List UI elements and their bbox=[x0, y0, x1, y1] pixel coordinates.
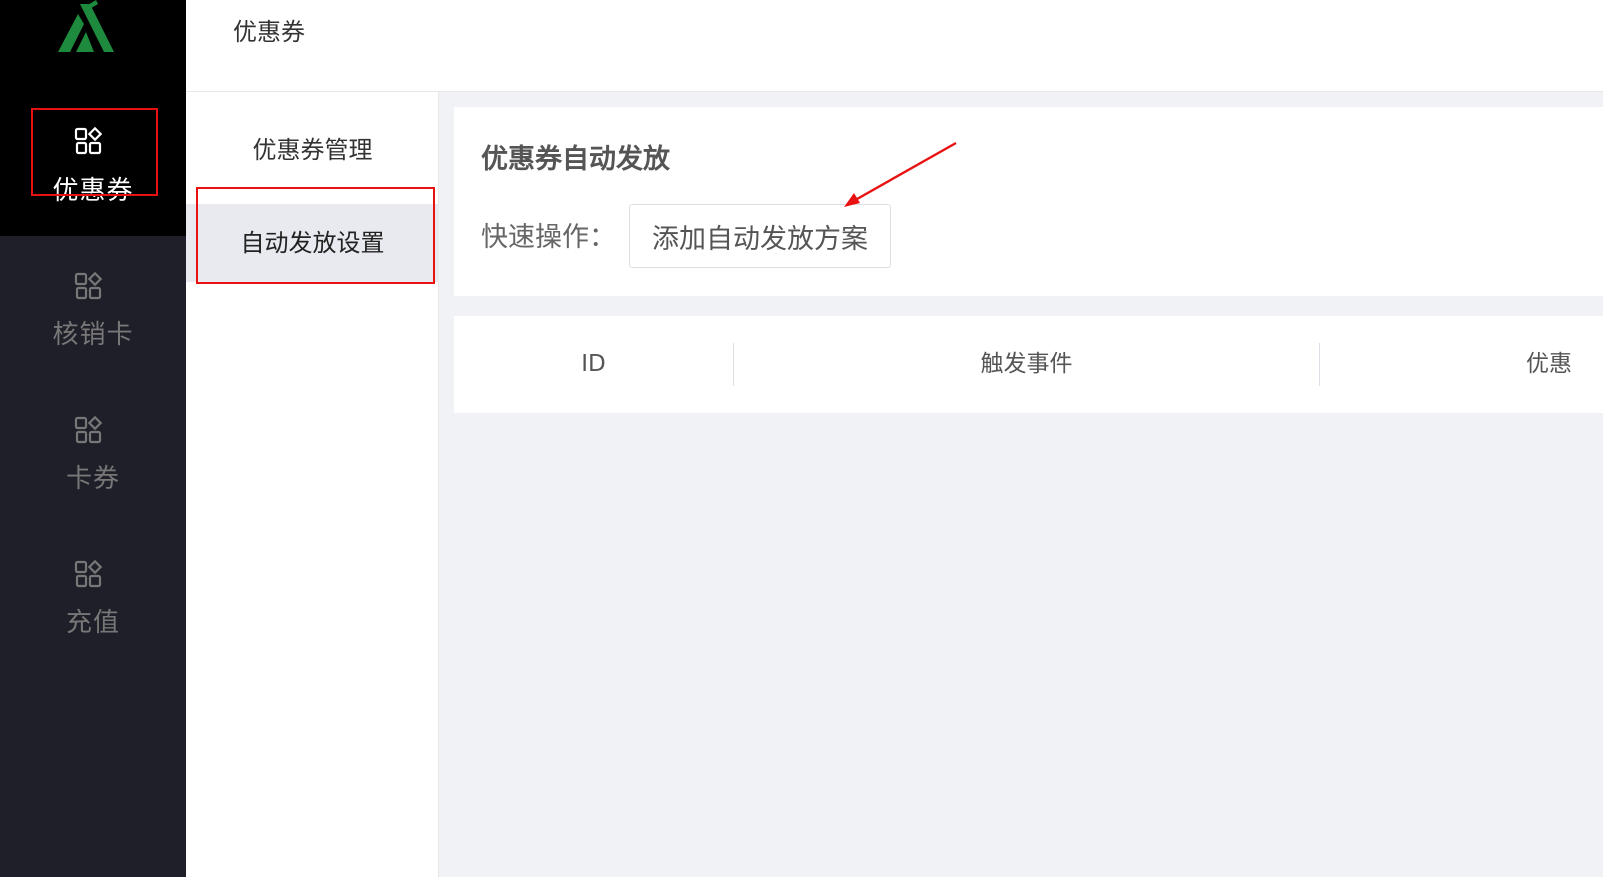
sidebar-item-verification-card[interactable]: 核销卡 bbox=[0, 238, 186, 382]
apps-grid-icon bbox=[74, 416, 102, 444]
sidebar-item-label: 卡券 bbox=[65, 464, 120, 494]
logo-area bbox=[0, 0, 186, 92]
auto-issue-panel: 优惠券自动发放 快速操作： 添加自动发放方案 bbox=[454, 107, 1603, 296]
apps-grid-icon bbox=[74, 127, 102, 155]
panel-title: 优惠券自动发放 bbox=[481, 144, 670, 175]
sidebar-item-recharge[interactable]: 充值 bbox=[0, 526, 186, 670]
plans-table: ID 触发事件 优惠 bbox=[454, 316, 1603, 413]
submenu: 优惠券管理 自动发放设置 bbox=[186, 92, 439, 877]
add-auto-issue-plan-button[interactable]: 添加自动发放方案 bbox=[629, 204, 891, 268]
sidebar-item-label: 优惠券 bbox=[52, 176, 134, 206]
page-title: 优惠券 bbox=[233, 18, 305, 46]
top-header: 优惠券 bbox=[186, 0, 1603, 92]
apps-grid-icon bbox=[74, 272, 102, 300]
submenu-item-auto-issue-settings[interactable]: 自动发放设置 bbox=[186, 204, 439, 282]
submenu-item-label: 自动发放设置 bbox=[240, 229, 385, 257]
quick-actions-label: 快速操作： bbox=[481, 222, 616, 253]
sidebar: 优惠券 核销卡 卡券 充值 bbox=[0, 0, 186, 877]
column-divider bbox=[1319, 343, 1320, 386]
apps-grid-icon bbox=[74, 560, 102, 588]
table-header-coupon[interactable]: 优惠 bbox=[1526, 316, 1603, 413]
table-header-id[interactable]: ID bbox=[454, 316, 733, 413]
table-header-trigger-event[interactable]: 触发事件 bbox=[734, 316, 1319, 413]
submenu-item-coupon-management[interactable]: 优惠券管理 bbox=[186, 111, 439, 189]
sidebar-item-coupons[interactable]: 优惠券 bbox=[0, 92, 186, 236]
submenu-item-label: 优惠券管理 bbox=[252, 136, 373, 164]
sidebar-item-label: 充值 bbox=[65, 608, 120, 638]
sidebar-item-label: 核销卡 bbox=[52, 320, 134, 350]
sidebar-item-card-voucher[interactable]: 卡券 bbox=[0, 382, 186, 526]
brand-logo-icon bbox=[58, 0, 114, 52]
